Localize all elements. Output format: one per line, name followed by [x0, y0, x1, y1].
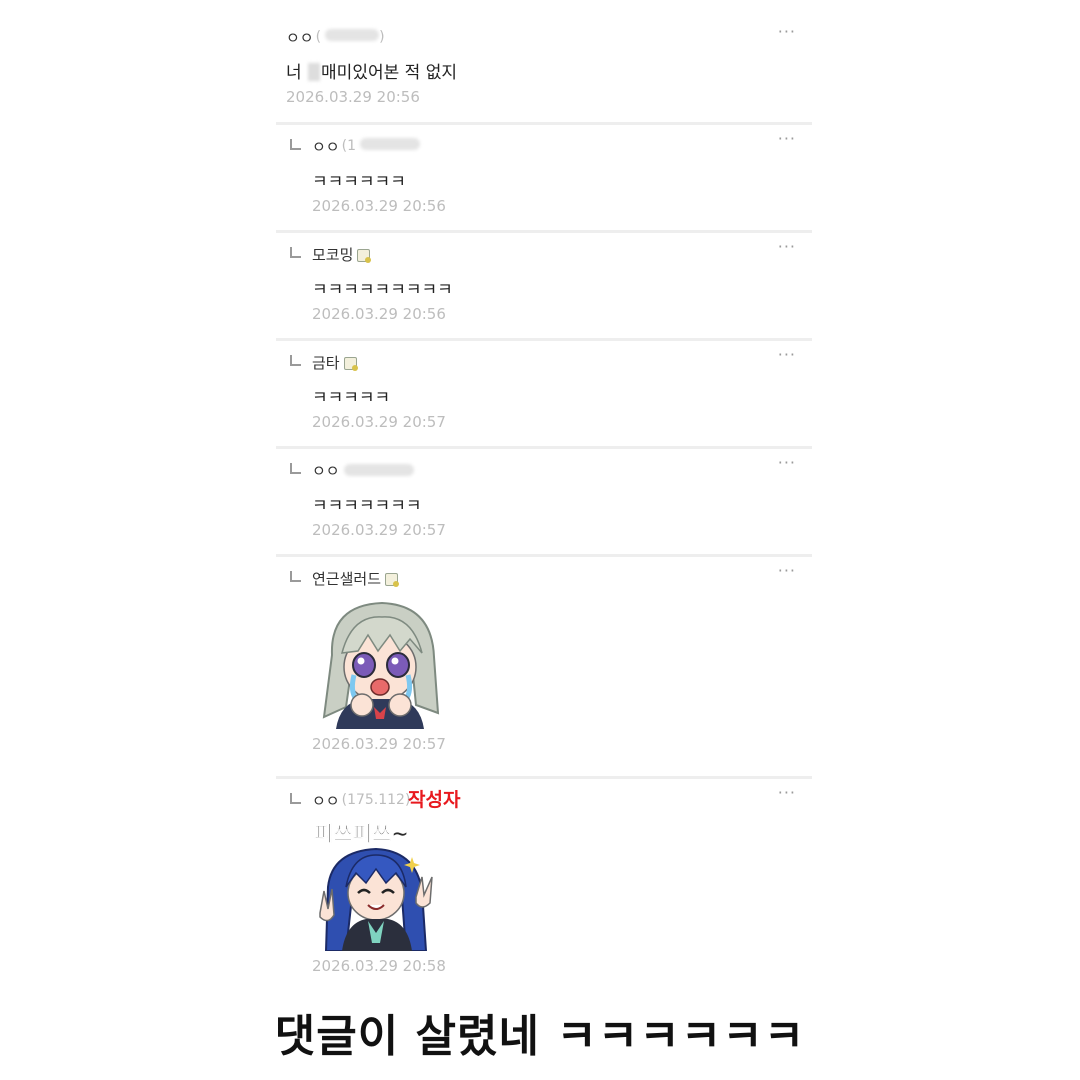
- reply-comment: ㅇㅇ (175.112) 작성자 ··· 피쓰피쓰~ 2026.03.29 20…: [276, 776, 812, 998]
- reply-comment: 모코밍 ··· ㅋㅋㅋㅋㅋㅋㅋㅋㅋ 2026.03.29 20:56: [276, 230, 812, 338]
- comment-ip: (1: [342, 138, 420, 154]
- sticker-caption: 피쓰피쓰~: [314, 822, 409, 846]
- comment-nickname[interactable]: ㅇㅇ: [286, 27, 314, 48]
- reply-comment: 금타 ··· ㅋㅋㅋㅋㅋ 2026.03.29 20:57: [276, 338, 812, 446]
- censor-blur: [308, 63, 321, 81]
- reply-arrow-icon: [290, 139, 301, 150]
- member-badge-icon: [357, 248, 372, 263]
- meme-caption: 댓글이 살렸네 ㅋㅋㅋㅋㅋㅋ: [274, 1011, 806, 1062]
- comment-text: 너 매미있어본 적 없지: [286, 63, 457, 83]
- comment-ip: (): [315, 29, 385, 45]
- comment-timestamp: 2026.03.29 20:58: [312, 957, 446, 975]
- more-options-icon[interactable]: ···: [778, 783, 796, 802]
- more-options-icon[interactable]: ···: [778, 453, 796, 472]
- reply-comment: 연근샐러드 ··· 2026.03.29 20:57: [276, 554, 812, 776]
- more-options-icon[interactable]: ···: [778, 129, 796, 148]
- comment-timestamp: 2026.03.29 20:56: [286, 88, 420, 106]
- comment-text: ㅋㅋㅋㅋㅋㅋㅋㅋㅋ: [312, 280, 453, 300]
- comment-nickname[interactable]: 금타: [312, 352, 340, 373]
- member-badge-icon: [385, 572, 400, 587]
- comment-nickname[interactable]: 모코밍: [312, 244, 353, 265]
- more-options-icon[interactable]: ···: [778, 237, 796, 256]
- comment-text: ㅋㅋㅋㅋㅋㅋㅋ: [312, 496, 422, 516]
- more-options-icon[interactable]: ···: [778, 22, 796, 41]
- author-tag: 작성자: [408, 789, 461, 811]
- comment-timestamp: 2026.03.29 20:56: [312, 197, 446, 215]
- ip-blur: [325, 29, 380, 41]
- comment-timestamp: 2026.03.29 20:57: [312, 413, 446, 431]
- comment-ip: (175.112): [341, 792, 411, 808]
- reply-arrow-icon: [290, 247, 301, 258]
- reply-arrow-icon: [290, 355, 301, 366]
- comment-nickname[interactable]: ㅇㅇ: [312, 790, 340, 811]
- crying-girl-sticker[interactable]: [312, 595, 446, 729]
- comment-nickname[interactable]: ㅇㅇ: [312, 136, 340, 157]
- peace-sign-girl-sticker[interactable]: 피쓰피쓰~: [312, 817, 446, 951]
- more-options-icon[interactable]: ···: [778, 345, 796, 364]
- comment-text: ㅋㅋㅋㅋㅋㅋ: [312, 172, 406, 192]
- reply-arrow-icon: [290, 571, 301, 582]
- comment-list: ㅇㅇ () ··· 너 매미있어본 적 없지 2026.03.29 20:56 …: [276, 18, 812, 998]
- comment-text: ㅋㅋㅋㅋㅋ: [312, 388, 391, 408]
- reply-arrow-icon: [290, 793, 301, 804]
- comment: ㅇㅇ () ··· 너 매미있어본 적 없지 2026.03.29 20:56: [276, 18, 812, 122]
- comment-timestamp: 2026.03.29 20:57: [312, 735, 446, 753]
- comment-timestamp: 2026.03.29 20:57: [312, 521, 446, 539]
- member-badge-icon: [343, 356, 358, 371]
- more-options-icon[interactable]: ···: [778, 561, 796, 580]
- comment-timestamp: 2026.03.29 20:56: [312, 305, 446, 323]
- ip-blur: [359, 138, 420, 150]
- reply-arrow-icon: [290, 463, 301, 474]
- reply-comment: ㅇㅇ (1 ··· ㅋㅋㅋㅋㅋㅋ 2026.03.29 20:56: [276, 122, 812, 230]
- comment-nickname[interactable]: ㅇㅇ: [312, 460, 340, 481]
- ip-blur: [343, 464, 414, 476]
- comment-nickname[interactable]: 연근샐러드: [312, 568, 381, 589]
- reply-comment: ㅇㅇ ··· ㅋㅋㅋㅋㅋㅋㅋ 2026.03.29 20:57: [276, 446, 812, 554]
